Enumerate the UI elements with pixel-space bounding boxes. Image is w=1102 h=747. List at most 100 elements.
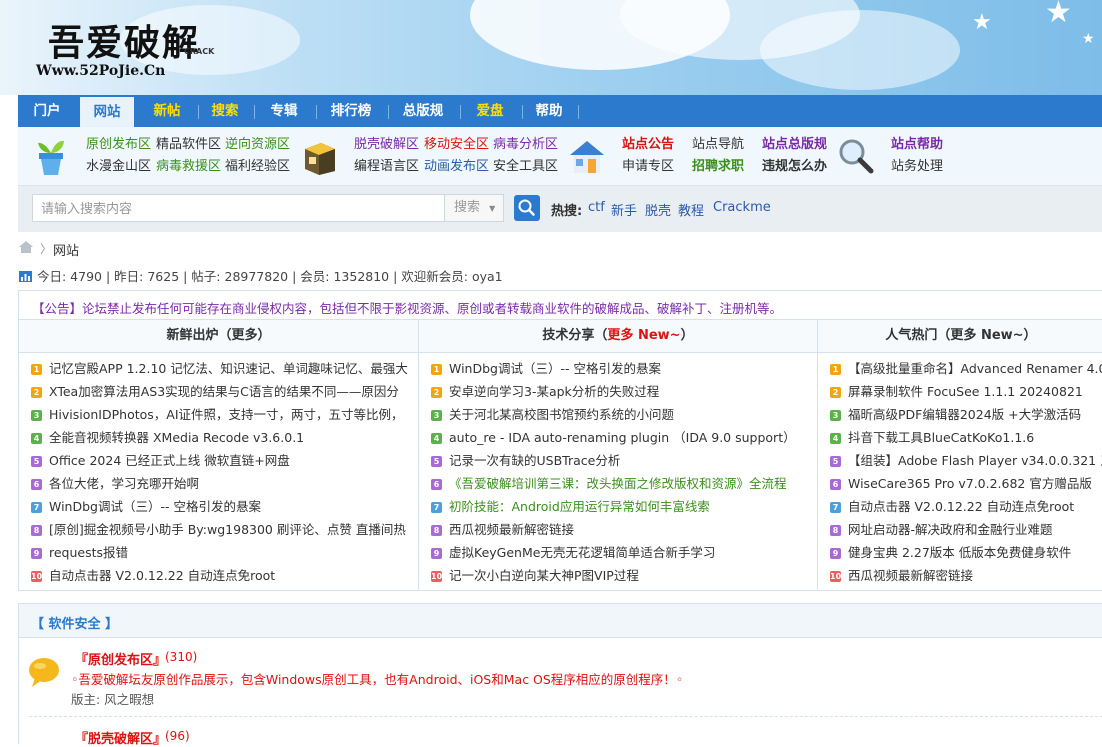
list-item[interactable]: 6 《吾爱破解培训第三课：改头换面之修改版权和资源》全流程 xyxy=(431,474,787,494)
list-item[interactable]: 2 安卓逆向学习3-某apk分析的失败过程 xyxy=(431,382,659,402)
nav-aipan[interactable]: 爱盘 xyxy=(462,95,518,127)
rank-badge: 5 xyxy=(830,456,841,467)
list-item[interactable]: 5 【组装】Adobe Flash Player v34.0.0.321 三合 xyxy=(830,451,1102,471)
list-item[interactable]: 1 WinDbg调试（三）-- 空格引发的悬案 xyxy=(431,359,661,379)
announcement-text[interactable]: 【公告】论坛禁止发布任何可能存在商业侵权内容，包括但不限于影视资源、原创或者转载… xyxy=(32,298,782,317)
main-nav: 门户 网站 新帖 搜索 专辑 排行榜 总版规 爱盘 帮助 xyxy=(18,95,1102,127)
rank-badge: 3 xyxy=(31,410,42,421)
link-virus-analysis[interactable]: 病毒分析区 xyxy=(493,137,558,153)
link-site-rules[interactable]: 站点总版规 xyxy=(762,137,827,153)
link-quality-software[interactable]: 精品软件区 xyxy=(156,137,221,153)
link-water-area[interactable]: 水漫金山区 xyxy=(86,159,151,175)
forum-description: ◦吾爱破解坛友原创作品展示，包含Windows原创工具，也有Android、iO… xyxy=(71,672,684,687)
list-item[interactable]: 7 WinDbg调试（三）-- 空格引发的悬案 xyxy=(31,497,261,517)
link-violation[interactable]: 违规怎么办 xyxy=(762,159,827,175)
search-input[interactable] xyxy=(32,194,444,222)
stats-text: 今日: 4790 | 昨日: 7625 | 帖子: 28977820 | 会员:… xyxy=(37,269,503,284)
search-button[interactable] xyxy=(514,195,540,221)
list-item[interactable]: 4 全能音视频转换器 XMedia Recode v3.6.0.1 xyxy=(31,428,304,448)
link-site-affairs[interactable]: 站务处理 xyxy=(891,159,943,175)
forum-name-original-release[interactable]: 『原创发布区』 xyxy=(75,649,166,668)
nav-rules[interactable]: 总版规 xyxy=(390,95,456,127)
link-programming[interactable]: 编程语言区 xyxy=(354,159,419,175)
list-item[interactable]: 3 关于河北某高校图书馆预约系统的小问题 xyxy=(431,405,674,425)
nav-help[interactable]: 帮助 xyxy=(524,95,574,127)
list-item[interactable]: 9 虚拟KeyGenMe无壳无花逻辑简单适合新手学习 xyxy=(431,543,715,563)
list-item[interactable]: 2 XTea加密算法用AS3实现的结果与C语言的结果不同——原因分 xyxy=(31,382,399,402)
link-site-help[interactable]: 站点帮助 xyxy=(891,137,943,153)
rank-badge: 10 xyxy=(431,571,443,582)
list-item[interactable]: 7 自动点击器 V2.0.12.22 自动连点免root xyxy=(830,497,1074,517)
list-item[interactable]: 8 网址启动器-解决政府和金融行业难题 xyxy=(830,520,1053,540)
rank-badge: 4 xyxy=(431,433,442,444)
link-apply-area[interactable]: 申请专区 xyxy=(622,159,674,175)
search-type-select[interactable]: 搜索 ▼ xyxy=(444,194,504,222)
rank-badge: 1 xyxy=(31,364,42,375)
toolbox-icon xyxy=(305,143,335,175)
column-tech-share-title[interactable]: 技术分享（更多 New~） xyxy=(419,320,817,353)
link-welfare-experience[interactable]: 福利经验区 xyxy=(225,159,290,175)
list-item[interactable]: 4 抖音下载工具BlueCatKoKo1.1.6 xyxy=(830,428,1034,448)
list-item[interactable]: 8 [原创]掘金视频号小助手 By:wg198300 刷评论、点赞 直播间热 xyxy=(31,520,406,540)
hot-term-unpack[interactable]: 脱壳 xyxy=(645,200,671,219)
forum-name-unpack-crack[interactable]: 『脱壳破解区』 xyxy=(75,728,166,747)
home-icon[interactable] xyxy=(18,240,34,254)
list-item[interactable]: 9 健身宝典 2.27版本 低版本免费健身软件 xyxy=(830,543,1071,563)
forum-moderator[interactable]: 版主: 风之暇想 xyxy=(71,689,154,708)
list-item[interactable]: 9 requests报错 xyxy=(31,543,128,563)
link-original-release[interactable]: 原创发布区 xyxy=(86,137,151,153)
list-item[interactable]: 10 记一次小白逆向某大神P图VIP过程 xyxy=(431,566,639,586)
link-site-announcement[interactable]: 站点公告 xyxy=(622,137,674,153)
link-mobile-security[interactable]: 移动安全区 xyxy=(424,137,489,153)
site-logo[interactable]: 吾爱破解 xyxy=(48,14,200,66)
list-item[interactable]: 1 记忆宫殿APP 1.2.10 记忆法、知识速记、单词趣味记忆、最强大 xyxy=(31,359,408,379)
logo-url: Www.52PoJie.Cn xyxy=(36,63,166,79)
list-item[interactable]: 6 WiseCare365 Pro v7.0.2.682 官方赠品版 xyxy=(830,474,1092,494)
star-icon: ★ xyxy=(1082,31,1095,47)
rank-badge: 2 xyxy=(431,387,442,398)
column-latest-title[interactable]: 新鲜出炉（更多） xyxy=(19,320,418,353)
hot-term-ctf[interactable]: ctf xyxy=(588,200,605,215)
list-item[interactable]: 10 自动点击器 V2.0.12.22 自动连点免root xyxy=(31,566,275,586)
rank-badge: 2 xyxy=(31,387,42,398)
list-item[interactable]: 3 福昕高级PDF编辑器2024版 +大学激活码 xyxy=(830,405,1081,425)
hot-term-crackme[interactable]: Crackme xyxy=(713,200,771,215)
nav-new-posts[interactable]: 新帖 xyxy=(140,95,194,127)
list-item[interactable]: 6 各位大佬，学习充哪开始啊 xyxy=(31,474,199,494)
link-site-nav[interactable]: 站点导航 xyxy=(692,137,744,153)
section-title[interactable]: 【 软件安全 】 xyxy=(31,613,118,632)
nav-forum[interactable]: 网站 xyxy=(80,97,134,127)
list-item[interactable]: 2 屏幕录制软件 FocuSee 1.1.1 20240821 xyxy=(830,382,1083,402)
list-item[interactable]: 5 Office 2024 已经正式上线 微软直链+网盘 xyxy=(31,451,290,471)
nav-rankings[interactable]: 排行榜 xyxy=(318,95,384,127)
link-virus-rescue[interactable]: 病毒救援区 xyxy=(156,159,221,175)
link-security-tools[interactable]: 安全工具区 xyxy=(493,159,558,175)
list-item[interactable]: 1 【高级批量重命名】Advanced Renamer 4.02 xyxy=(830,359,1102,379)
list-item[interactable]: 10 西瓜视频最新解密链接 xyxy=(830,566,973,586)
link-unpack-crack[interactable]: 脱壳破解区 xyxy=(354,137,419,153)
column-tech-share: 技术分享（更多 New~） 1 WinDbg调试（三）-- 空格引发的悬案 2 安卓… xyxy=(419,320,817,591)
list-item[interactable]: 8 西瓜视频最新解密链接 xyxy=(431,520,574,540)
quick-links-panel: 原创发布区 精品软件区 逆向资源区 水漫金山区 病毒救援区 福利经验区 脱壳破解… xyxy=(18,127,1102,186)
nav-portal[interactable]: 门户 xyxy=(18,95,76,127)
list-item[interactable]: 5 记录一次有缺的USBTrace分析 xyxy=(431,451,620,471)
link-reverse-resources[interactable]: 逆向资源区 xyxy=(225,137,290,153)
nav-search[interactable]: 搜索 xyxy=(200,95,250,127)
nav-divider xyxy=(460,105,461,119)
link-jobs[interactable]: 招聘求职 xyxy=(692,159,744,175)
hot-term-newbie[interactable]: 新手 xyxy=(611,200,637,219)
rank-badge: 9 xyxy=(431,548,442,559)
column-popular-title[interactable]: 人气热门（更多 New~） xyxy=(818,320,1102,353)
rank-badge: 9 xyxy=(31,548,42,559)
list-item[interactable]: 7 初阶技能：Android应用运行异常如何丰富线索 xyxy=(431,497,710,517)
list-item[interactable]: 4 auto_re - IDA auto-renaming plugin （IDA… xyxy=(431,428,796,448)
rank-badge: 7 xyxy=(431,502,442,513)
link-animation-release[interactable]: 动画发布区 xyxy=(424,159,489,175)
site-header: ★ ★ ★ 吾爱破解 CRACK Www.52PoJie.Cn xyxy=(0,0,1102,95)
nav-albums[interactable]: 专辑 xyxy=(256,95,312,127)
breadcrumb-current: 网站 xyxy=(53,244,80,259)
nav-divider xyxy=(388,105,389,119)
hot-term-tutorial[interactable]: 教程 xyxy=(678,200,704,219)
section-header[interactable]: 【 软件安全 】 xyxy=(19,604,1102,638)
list-item[interactable]: 3 HivisionIDPhotos，AI证件照，支持一寸，两寸，五寸等比例， xyxy=(31,405,404,425)
